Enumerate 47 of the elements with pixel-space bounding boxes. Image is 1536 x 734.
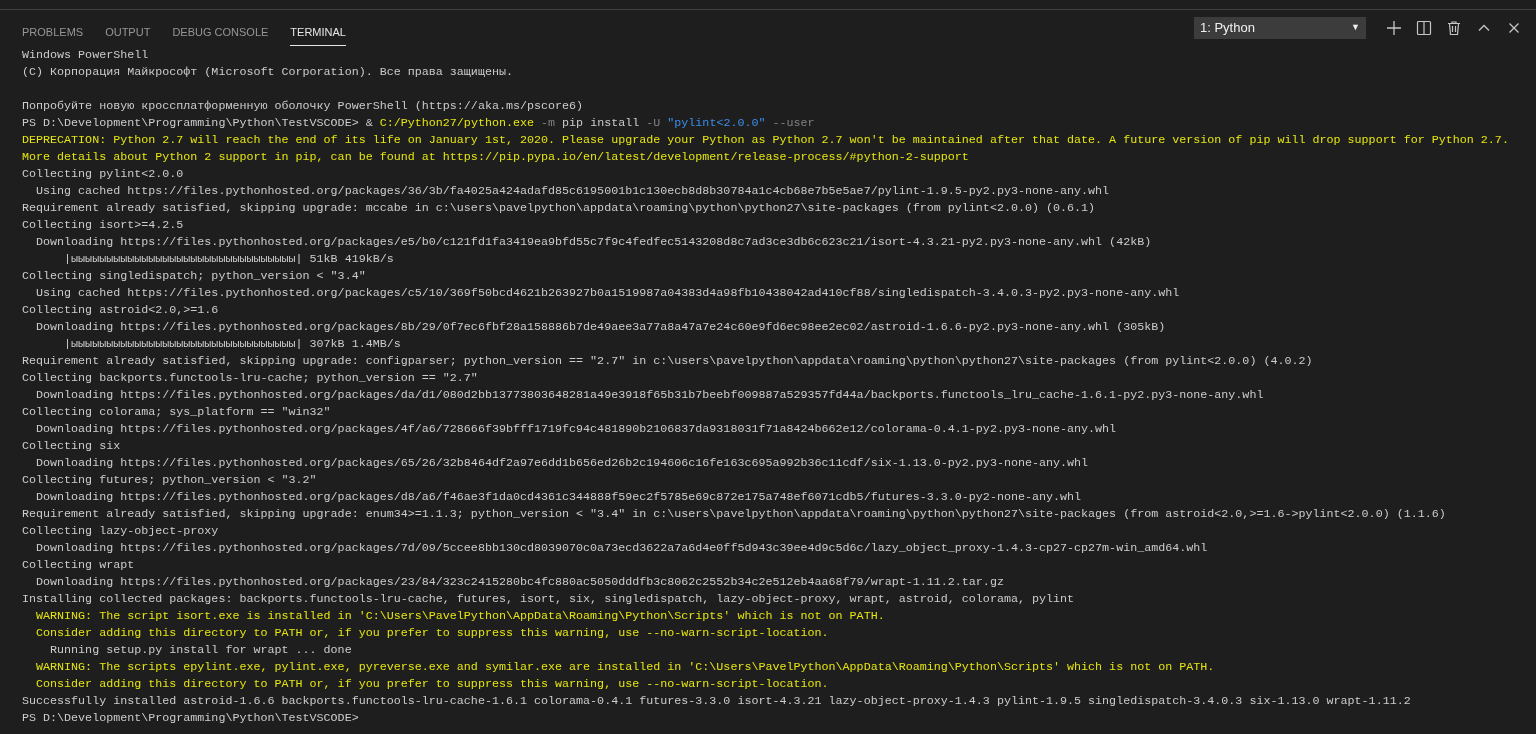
terminal-line: |ыыыыыыыыыыыыыыыыыыыыыыыыыыыыыыыы| 307kB 1.4MB/s [63,336,401,353]
terminal-line: Using cached https://files.pythonhosted.org/packages/36/3b/fa4025a424adafd85c6195001b1c130ecb8d8b30784a1c4cb68e7b5e5ae7/pylint-1.9.5-py2.py3-none-any.whl [35,183,1110,200]
warning-line: DEPRECATION: Python 2.7 will reach the end of its life on January 1st, 2020. Please upgrade your Python as Python 2.7 won't be maintained after that date. A future version of pip will drop support for Python 2.7. [22,132,1509,149]
terminal-line: Running setup.py install for wrapt ... done [49,642,352,659]
terminal-line: Windows PowerShell [22,47,149,64]
warning-line: WARNING: The scripts epylint.exe, pylint.exe, pyreverse.exe and symilar.exe are installed in 'C:\Users\PavelPython\AppData\Roaming\Python\Scripts' which is not on PATH. [35,659,1215,676]
warning-line: Consider adding this directory to PATH or, if you prefer to suppress this warning, use --no-warn-script-location. [35,676,829,693]
terminal-line: Collecting futures; python_version < "3.2" [22,472,317,489]
terminal-line: Downloading https://files.pythonhosted.org/packages/7d/09/5ccee8bb130cd8039070c0a73ecd3622a7a6d4e0ff5d943c39ee4d9c5d6c/lazy_object_proxy-1.4.3-cp27-cp27m-win_amd64.whl [35,540,1208,557]
terminal-line: PS D:\Development\Programming\Python\TestVSCODE> [22,710,359,727]
panel-tab[interactable]: DEBUG CONSOLE [172,20,269,46]
terminal-line: Downloading https://files.pythonhosted.org/packages/8b/29/0f7ec6fbf28a158886b7de49aee3a77a8a47a7e24c60e9fd6ec98ee2ec02/astroid-1.6.6-py2.py3-none-any.whl (305kB) [35,319,1166,336]
terminal-line: Collecting singledispatch; python_version < "3.4" [22,268,366,285]
split-icon[interactable] [1416,20,1432,36]
terminal-line: Downloading https://files.pythonhosted.org/packages/da/d1/080d2bb13773803648281a49e3918f65b31b7beebf009887a529357fd44a/backports.functools_lru_cache-1.6.1-py2.py3-none-any.whl [35,387,1264,404]
terminal-line: Downloading https://files.pythonhosted.org/packages/23/84/323c2415280bc4fc880ac5050dddfb3c8062c2552b34c2e512eb4aa68f79/wrapt-1.11.2.tar.gz [35,574,1004,591]
command-line: PS D:\Development\Programming\Python\TestVSCODE> & C:/Python27/python.exe -m pip install -U "pylint<2.0.0" --user [22,115,815,132]
terminal-line: Requirement already satisfied, skipping upgrade: configparser; python_version == "2.7" in c:\users\pavelpython\appdata\roaming\python\python27\site-packages (from pylint<2.0.0) (4.0.2) [22,353,1313,370]
terminal-select[interactable]: 1: Python ▼ [1194,17,1366,39]
terminal-line: Collecting six [22,438,121,455]
warning-line: WARNING: The script isort.exe is installed in 'C:\Users\PavelPython\AppData\Roaming\Python\Scripts' which is not on PATH. [35,608,885,625]
panel-tab[interactable]: TERMINAL [290,20,346,46]
terminal-line: Downloading https://files.pythonhosted.org/packages/d8/a6/f46ae3f1da0cd4361c344888f59ec2f5785e69c872e175a748ef6071cdb5/futures-3.3.0-py2-none-any.whl [35,489,1082,506]
terminal-line: Collecting isort>=4.2.5 [22,217,184,234]
terminal-line: Downloading https://files.pythonhosted.org/packages/65/26/32b8464df2a97e6dd1b656ed26b2c194606c16fe163c695a992b36c11cdf/six-1.13.0-py2.py3-none-any.whl [35,455,1089,472]
panel-tab[interactable]: OUTPUT [105,20,151,46]
terminal-line: Collecting pylint<2.0.0 [22,166,184,183]
terminal-line: Collecting colorama; sys_platform == "win32" [22,404,331,421]
terminal-line: Requirement already satisfied, skipping upgrade: enum34>=1.1.3; python_version < "3.4" in c:\users\pavelpython\appdata\roaming\python\python27\site-packages (from astroid<2.0,>=1.6->pylint<2.0.0) (1.1.6) [22,506,1446,523]
terminal-line: |ыыыыыыыыыыыыыыыыыыыыыыыыыыыыыыыы| 51kB 419kB/s [63,251,394,268]
terminal-line: Downloading https://files.pythonhosted.org/packages/4f/a6/728666f39bfff1719fc94c481890b2106837da9318031f71a8424b662e12/colorama-0.4.1-py2.py3-none-any.whl [35,421,1117,438]
plus-icon[interactable] [1386,20,1402,36]
terminal-line: Попробуйте новую кроссплатформенную оболочку PowerShell (https://aka.ms/pscore6) [22,98,584,115]
terminal-line: Downloading https://files.pythonhosted.org/packages/e5/b0/c121fd1fa3419ea9bfd55c7f9c4fedfec5143208d8c7ad3ce3db6c623c21/isort-4.3.21-py2.py3-none-any.whl (42kB) [35,234,1152,251]
warning-line: More details about Python 2 support in pip, can be found at https://pip.pypa.io/en/latest/development/release-process/#python-2-support [22,149,969,166]
terminal-line: Collecting astroid<2.0,>=1.6 [22,302,219,319]
panel-tab[interactable]: PROBLEMS [22,20,84,46]
warning-line: Consider adding this directory to PATH or, if you prefer to suppress this warning, use --no-warn-script-location. [35,625,829,642]
trash-icon[interactable] [1446,20,1462,36]
terminal-line: Collecting wrapt [22,557,135,574]
terminal-line: (C) Корпорация Майкрософт (Microsoft Corporation). Все права защищены. [22,64,513,81]
terminal-line: Collecting backports.functools-lru-cache; python_version == "2.7" [22,370,478,387]
terminal-line: Collecting lazy-object-proxy [22,523,219,540]
terminal-line: Requirement already satisfied, skipping upgrade: mccabe in c:\users\pavelpython\appdata\roaming\python\python27\site-packages (from pylint<2.0.0) (0.6.1) [22,200,1096,217]
terminal-line: Installing collected packages: backports.functools-lru-cache, futures, isort, six, singledispatch, lazy-object-proxy, wrapt, astroid, colorama, pylint [22,591,1075,608]
terminal-line: Successfully installed astroid-1.6.6 backports.functools-lru-cache-1.6.1 colorama-0.4.1 futures-3.3.0 isort-4.3.21 lazy-object-proxy-1.4.3 pylint-1.9.5 singledispatch-3.4.0.3 six-1.13.0 wrapt-1.11.2 [22,693,1411,710]
terminal-line: Using cached https://files.pythonhosted.org/packages/c5/10/369f50bcd4621b263927b0a1519987a04383d4a98fb10438042ad410cf88/singledispatch-3.4.0.3-py2.py3-none-any.whl [35,285,1180,302]
